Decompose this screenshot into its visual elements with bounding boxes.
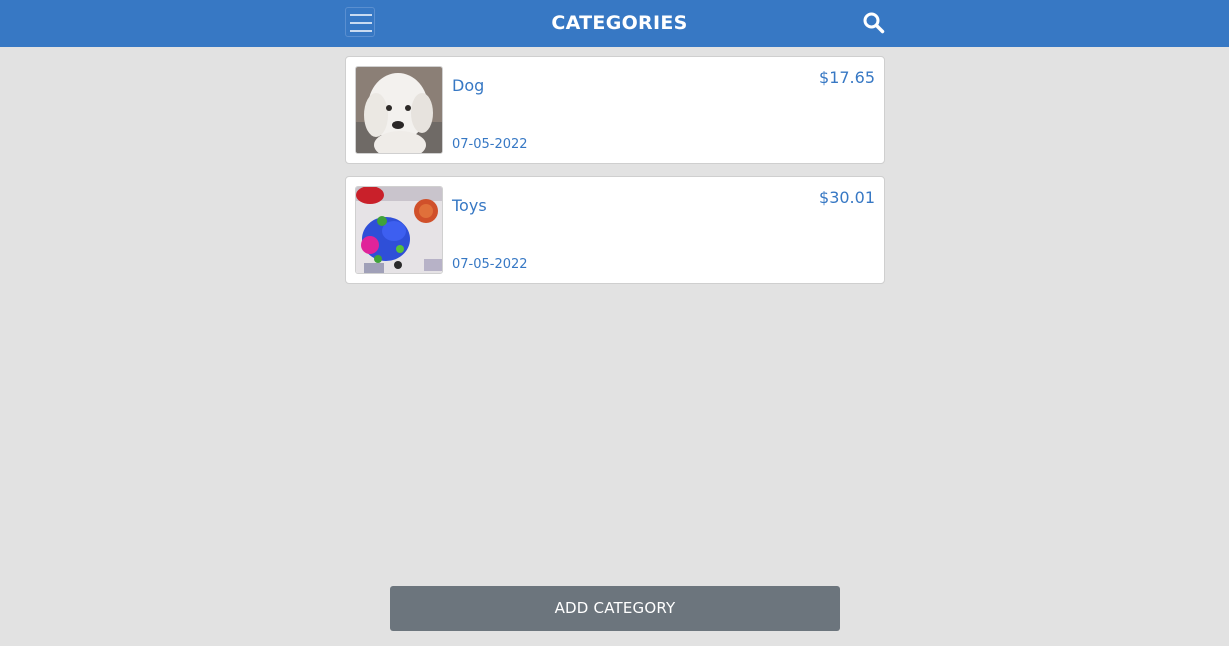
- add-category-button[interactable]: ADD CATEGORY: [390, 586, 840, 631]
- toys-photo: [355, 186, 443, 274]
- page-title: CATEGORIES: [551, 12, 688, 34]
- category-date: 07-05-2022: [452, 137, 528, 152]
- category-name: Toys: [452, 196, 487, 215]
- category-price: $30.01: [819, 188, 875, 207]
- category-list: Dog 07-05-2022 $17.65 Toys 07-05-2022 $3…: [345, 56, 885, 296]
- search-icon[interactable]: [862, 11, 886, 35]
- dog-photo: [355, 66, 443, 154]
- category-card-toys[interactable]: Toys 07-05-2022 $30.01: [345, 176, 885, 284]
- category-card-dog[interactable]: Dog 07-05-2022 $17.65: [345, 56, 885, 164]
- category-date: 07-05-2022: [452, 257, 528, 272]
- top-app-bar: CATEGORIES: [0, 0, 1229, 47]
- category-name: Dog: [452, 76, 485, 95]
- hamburger-menu-icon[interactable]: [345, 7, 375, 37]
- category-price: $17.65: [819, 68, 875, 87]
